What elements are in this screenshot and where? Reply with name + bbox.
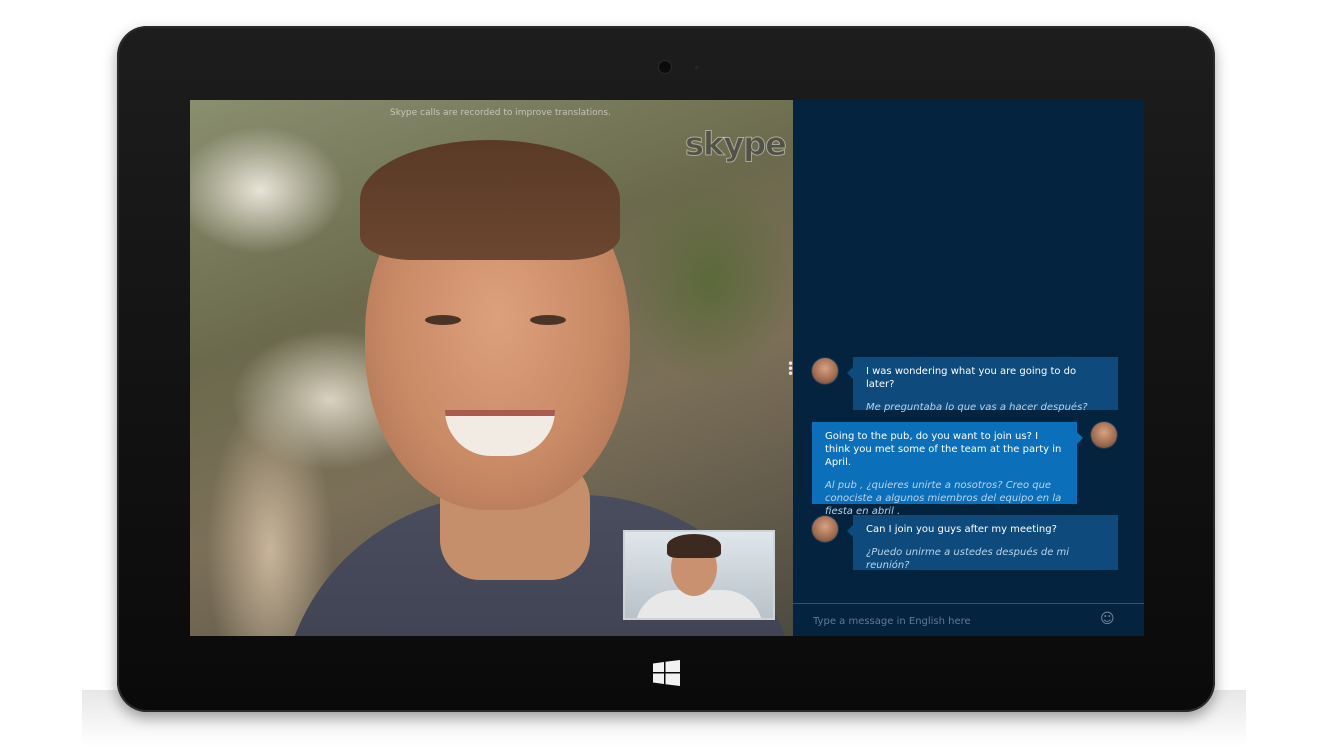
skype-logo: skype [685,125,788,164]
caller-eye-left [425,315,461,325]
smiley-icon[interactable]: ☺ [1100,612,1115,626]
message-composer: ☺ [793,603,1144,636]
self-hair [667,534,721,558]
message-bubble[interactable]: Going to the pub, do you want to join us… [812,422,1083,517]
front-camera [659,61,671,73]
screen: Skype calls are recorded to improve tran… [190,100,1144,636]
light-sensor [695,66,698,69]
message-bubble[interactable]: Can I join you guys after my meeting? ¿P… [847,515,1118,571]
contact-avatar[interactable] [812,516,838,542]
self-avatar[interactable] [1091,422,1117,448]
message-translation: Al pub , ¿quieres unirte a nosotros? Cre… [825,480,1062,517]
chat-panel: I was wondering what you are going to do… [793,100,1144,636]
contact-avatar[interactable] [812,358,838,384]
self-view-video[interactable] [623,530,775,620]
windows-logo-icon[interactable] [653,660,680,686]
message-text: I was wondering what you are going to do… [866,366,1077,390]
caller-hair [360,140,620,260]
remote-video-feed: Skype calls are recorded to improve tran… [190,100,793,636]
message-text: Going to the pub, do you want to join us… [825,431,1062,468]
recording-notice: Skype calls are recorded to improve tran… [390,108,611,118]
message-input[interactable] [811,612,1095,630]
panel-resize-handle-icon[interactable]: ••• [787,358,793,380]
message-translation: Me preguntaba lo que vas a hacer después… [866,402,1088,413]
message-bubble[interactable]: I was wondering what you are going to do… [847,357,1118,413]
message-text: Can I join you guys after my meeting? [866,524,1057,535]
caller-eye-right [530,315,566,325]
message-translation: ¿Puedo unirme a ustedes después de mi re… [866,547,1070,571]
